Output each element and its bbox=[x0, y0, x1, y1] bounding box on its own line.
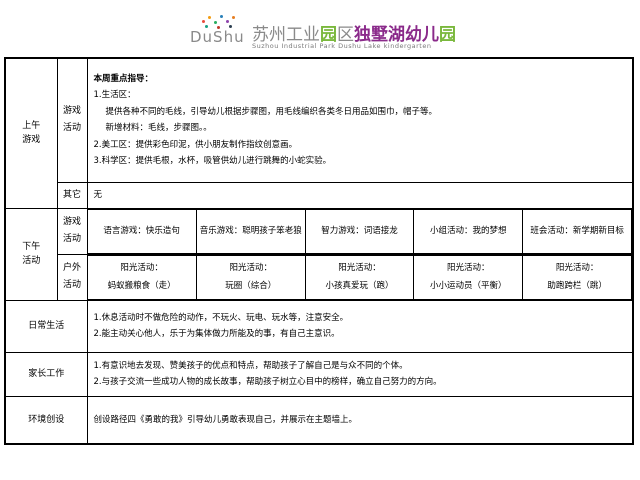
parents-work-content: 1.有意识地去发现、赞美孩子的优点和特点，帮助孩子了解自己是与众不同的个体。 2… bbox=[86, 351, 634, 397]
guidance-line: 1.生活区： bbox=[93, 90, 136, 101]
guidance-title: 本周重点指导： bbox=[93, 73, 154, 84]
outdoor-activity-cell: 阳光活动： 蚂蚁搬粮食（走） bbox=[87, 254, 197, 300]
parents-work-label: 家长工作 bbox=[4, 351, 88, 397]
outdoor-activity-cell: 阳光活动： 小孩真爱玩（跑） bbox=[304, 254, 415, 300]
kindergarten-english-name: Suzhou Industrial Park Dushu Lake kinder… bbox=[252, 42, 432, 50]
morning-other-row: 其它 无 bbox=[5, 181, 634, 209]
kindergarten-logo: DuShu 苏州工业园区独墅湖幼儿园 Suzhou Industrial Par… bbox=[190, 14, 460, 54]
outdoor-activity-cell: 阳光活动： 小小运动员（平衡） bbox=[413, 254, 524, 300]
weekly-plan-table: 上午 游戏 游戏 活动 本周重点指导： 1.生活区： 提供各种不同的毛线，引导幼… bbox=[4, 57, 634, 445]
other-value: 无 bbox=[86, 181, 634, 209]
parents-work-row: 家长工作 1.有意识地去发现、赞美孩子的优点和特点，帮助孩子了解自己是与众不同的… bbox=[4, 351, 634, 397]
morning-game-label: 游戏 活动 bbox=[56, 57, 88, 183]
guidance-line: 2.美工区：提供彩色印泥，供小朋友制作指纹创意画。 bbox=[93, 139, 298, 150]
afternoon-game-cell: 班会活动：新学期新目标 bbox=[522, 208, 632, 254]
afternoon-game-cell: 智力游戏：词语接龙 bbox=[304, 208, 415, 254]
outdoor-activity-cell: 阳光活动： 助跑跨栏（跳） bbox=[522, 254, 632, 300]
logo-mark: DuShu bbox=[190, 28, 245, 46]
afternoon-outdoor-row: 户外 活动 阳光活动： 蚂蚁搬粮食（走） 阳光活动： 玩圈（综合） 阳光活动： 小孩真… bbox=[5, 253, 634, 301]
afternoon-outdoor-label: 户外 活动 bbox=[56, 253, 88, 301]
other-label: 其它 bbox=[56, 181, 88, 209]
morning-game-row: 上午 游戏 游戏 活动 本周重点指导： 1.生活区： 提供各种不同的毛线，引导幼… bbox=[4, 57, 634, 209]
afternoon-game-cell: 音乐游戏：聪明孩子笨老狼 bbox=[195, 208, 306, 254]
afternoon-section-label: 下午 活动 bbox=[4, 207, 58, 301]
afternoon-games-grid: 语言游戏：快乐造句 音乐游戏：聪明孩子笨老狼 智力游戏：词语接龙 小组活动：我的… bbox=[87, 208, 633, 254]
daily-life-content: 1.休息活动时不做危险的动作，不玩火、玩电、玩水等，注意安全。 2.能主动关心他… bbox=[86, 299, 634, 353]
guidance-line: 3.科学区：提供毛根，水杯，吸管供幼儿进行跳舞的小蛇实验。 bbox=[93, 156, 332, 167]
afternoon-game-label: 游戏 活动 bbox=[56, 207, 88, 255]
afternoon-outdoor-grid: 阳光活动： 蚂蚁搬粮食（走） 阳光活动： 玩圈（综合） 阳光活动： 小孩真爱玩（跑） … bbox=[87, 254, 633, 300]
afternoon-game-cell: 语言游戏：快乐造句 bbox=[87, 208, 197, 254]
daily-life-label: 日常生活 bbox=[4, 299, 88, 353]
environment-content: 创设路径四《勇敢的我》引导幼儿勇敢表现自己，并展示在主题墙上。 bbox=[86, 395, 634, 445]
morning-game-content: 本周重点指导： 1.生活区： 提供各种不同的毛线，引导幼儿根据步骤图，用毛线编织… bbox=[86, 57, 634, 183]
guidance-line: 提供各种不同的毛线，引导幼儿根据步骤图，用毛线编织各类冬日用品如围巾，帽子等。 bbox=[105, 106, 438, 117]
guidance-line: 新增材料：毛线，步骤图。。 bbox=[105, 123, 212, 134]
afternoon-game-row: 下午 活动 游戏 活动 语言游戏：快乐造句 音乐游戏：聪明孩子笨老狼 智力游戏：… bbox=[4, 207, 634, 301]
environment-label: 环境创设 bbox=[4, 395, 88, 445]
environment-row: 环境创设 创设路径四《勇敢的我》引导幼儿勇敢表现自己，并展示在主题墙上。 bbox=[4, 395, 634, 445]
afternoon-game-cell: 小组活动：我的梦想 bbox=[413, 208, 524, 254]
page-header: DuShu 苏州工业园区独墅湖幼儿园 Suzhou Industrial Par… bbox=[0, 0, 640, 56]
daily-life-row: 日常生活 1.休息活动时不做危险的动作，不玩火、玩电、玩水等，注意安全。 2.能… bbox=[4, 299, 634, 353]
outdoor-activity-cell: 阳光活动： 玩圈（综合） bbox=[195, 254, 306, 300]
morning-section-label: 上午 游戏 bbox=[4, 57, 58, 209]
